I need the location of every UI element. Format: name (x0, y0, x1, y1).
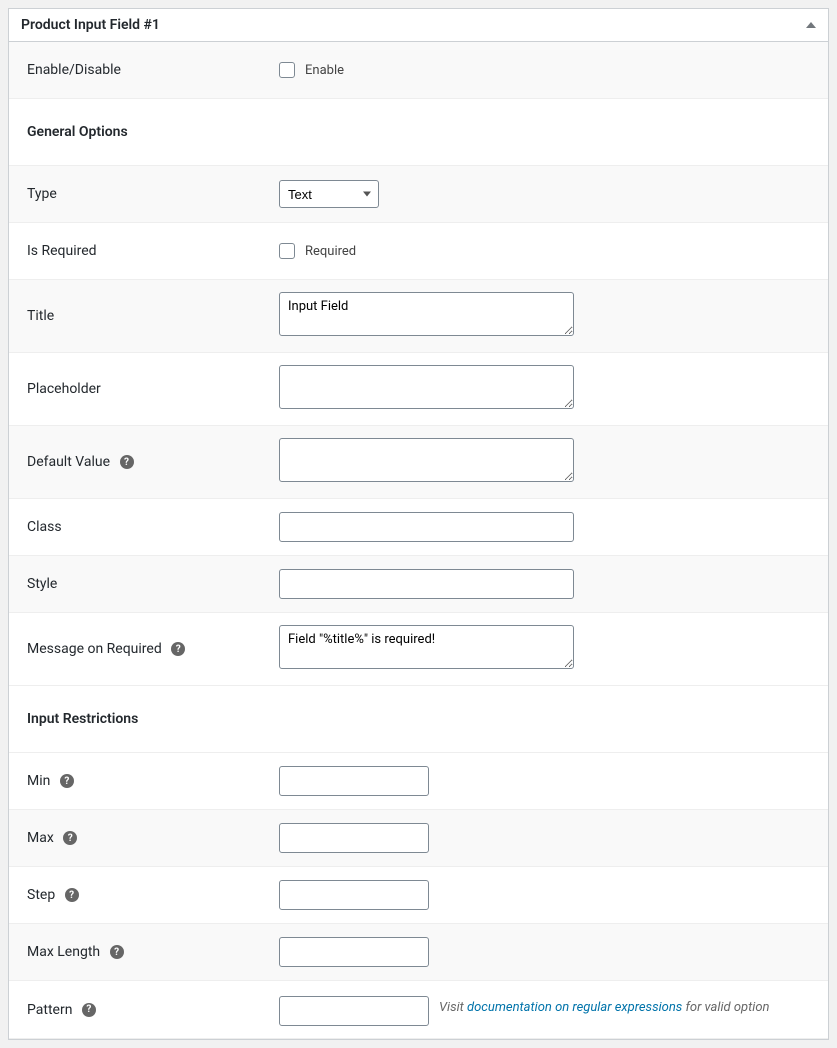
step-row: Step ? (9, 867, 828, 924)
min-label: Min (27, 773, 50, 789)
pattern-row: Pattern ? Visit documentation on regular… (9, 981, 828, 1039)
placeholder-input[interactable] (279, 365, 574, 409)
type-label: Type (9, 166, 269, 223)
help-icon[interactable]: ? (110, 945, 124, 959)
style-input[interactable] (279, 569, 574, 599)
max-length-row: Max Length ? (9, 924, 828, 981)
required-checkbox-label: Required (305, 244, 356, 259)
max-label: Max (27, 830, 54, 846)
help-icon[interactable]: ? (171, 642, 185, 656)
regex-doc-link[interactable]: documentation on regular expressions (467, 1000, 682, 1015)
enable-checkbox-label: Enable (305, 63, 344, 78)
help-icon[interactable]: ? (60, 774, 74, 788)
panel-header[interactable]: Product Input Field #1 (9, 9, 828, 42)
step-input[interactable] (279, 880, 429, 910)
help-icon[interactable]: ? (63, 831, 77, 845)
class-row: Class (9, 499, 828, 556)
style-row: Style (9, 556, 828, 613)
required-checkbox[interactable] (279, 243, 295, 259)
default-value-input[interactable] (279, 438, 574, 482)
general-options-header: General Options (9, 99, 828, 166)
default-value-row: Default Value ? (9, 426, 828, 499)
placeholder-label: Placeholder (9, 353, 269, 426)
max-row: Max ? (9, 810, 828, 867)
title-input[interactable]: Input Field (279, 292, 574, 336)
panel-title: Product Input Field #1 (21, 17, 160, 33)
collapse-icon (806, 22, 816, 28)
class-input[interactable] (279, 512, 574, 542)
step-label: Step (27, 887, 55, 903)
is-required-label: Is Required (9, 223, 269, 280)
pattern-input[interactable] (279, 996, 429, 1026)
message-on-required-row: Message on Required ? Field "%title%" is… (9, 613, 828, 686)
input-restrictions-header: Input Restrictions (9, 686, 828, 753)
class-label: Class (9, 499, 269, 556)
message-on-required-label: Message on Required (27, 641, 162, 657)
placeholder-row: Placeholder (9, 353, 828, 426)
pattern-description: Visit documentation on regular expressio… (439, 1000, 769, 1015)
title-row: Title Input Field (9, 280, 828, 353)
settings-panel: Product Input Field #1 Enable/Disable En… (8, 8, 829, 1040)
default-value-label: Default Value (27, 454, 110, 470)
is-required-row: Is Required Required (9, 223, 828, 280)
title-label: Title (9, 280, 269, 353)
max-length-label: Max Length (27, 944, 100, 960)
general-options-header-row: General Options (9, 99, 828, 166)
settings-form-table: Enable/Disable Enable General Options Ty… (9, 42, 828, 1039)
message-on-required-input[interactable]: Field "%title%" is required! (279, 625, 574, 669)
enable-disable-row: Enable/Disable Enable (9, 42, 828, 99)
min-row: Min ? (9, 753, 828, 810)
input-restrictions-header-row: Input Restrictions (9, 686, 828, 753)
style-label: Style (9, 556, 269, 613)
enable-checkbox[interactable] (279, 62, 295, 78)
max-length-input[interactable] (279, 937, 429, 967)
type-row: Type Text (9, 166, 828, 223)
help-icon[interactable]: ? (65, 888, 79, 902)
max-input[interactable] (279, 823, 429, 853)
help-icon[interactable]: ? (120, 455, 134, 469)
type-select[interactable]: Text (279, 180, 379, 208)
min-input[interactable] (279, 766, 429, 796)
enable-disable-label: Enable/Disable (9, 42, 269, 99)
pattern-label: Pattern (27, 1002, 72, 1018)
help-icon[interactable]: ? (82, 1003, 96, 1017)
